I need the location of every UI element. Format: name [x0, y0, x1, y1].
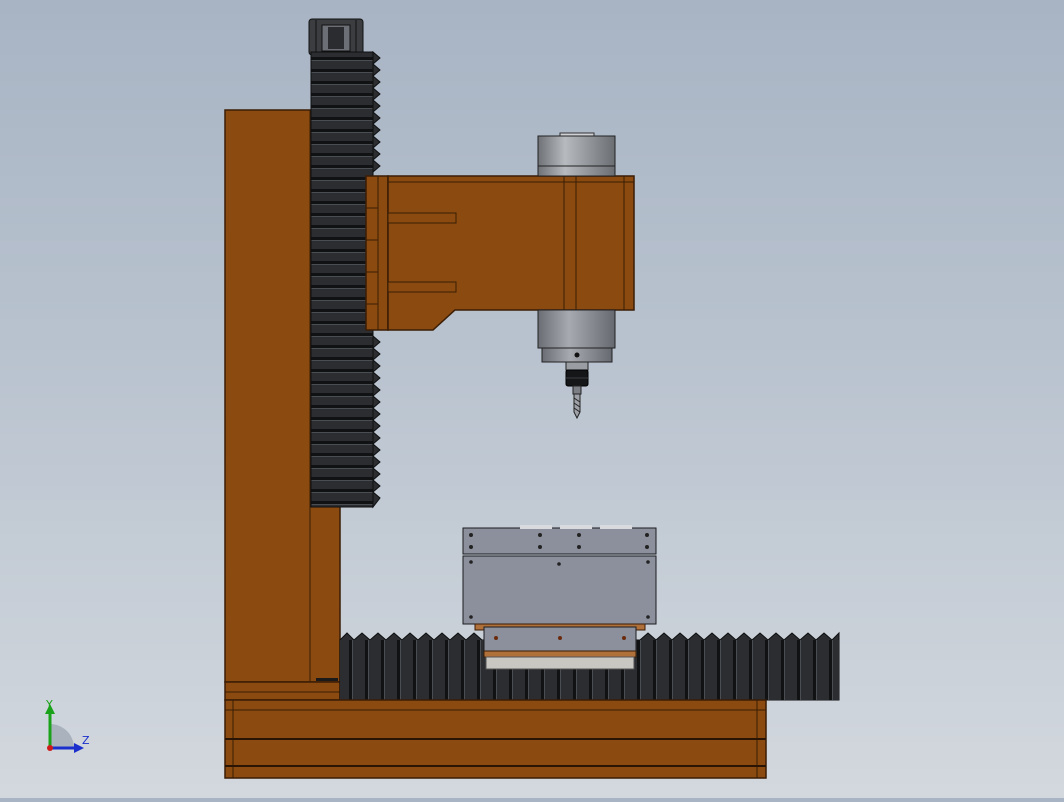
spindle[interactable]	[537, 309, 616, 395]
spindle-carriage[interactable]	[365, 175, 635, 331]
graphics-viewport[interactable]: Y Z	[0, 0, 1064, 798]
z-axis-motor[interactable]	[308, 18, 364, 56]
axis-triad	[45, 704, 84, 753]
cnc-machine-model[interactable]	[0, 0, 1064, 798]
triad-quadrant-icon	[50, 724, 74, 748]
triad-y-label: Y	[46, 698, 53, 711]
triad-z-label: Z	[82, 734, 90, 747]
spindle-motor[interactable]	[537, 132, 616, 177]
cutting-tool	[573, 393, 581, 420]
machine-base[interactable]	[224, 699, 767, 779]
worktable[interactable]	[462, 525, 657, 670]
triad-origin-icon	[47, 745, 53, 751]
